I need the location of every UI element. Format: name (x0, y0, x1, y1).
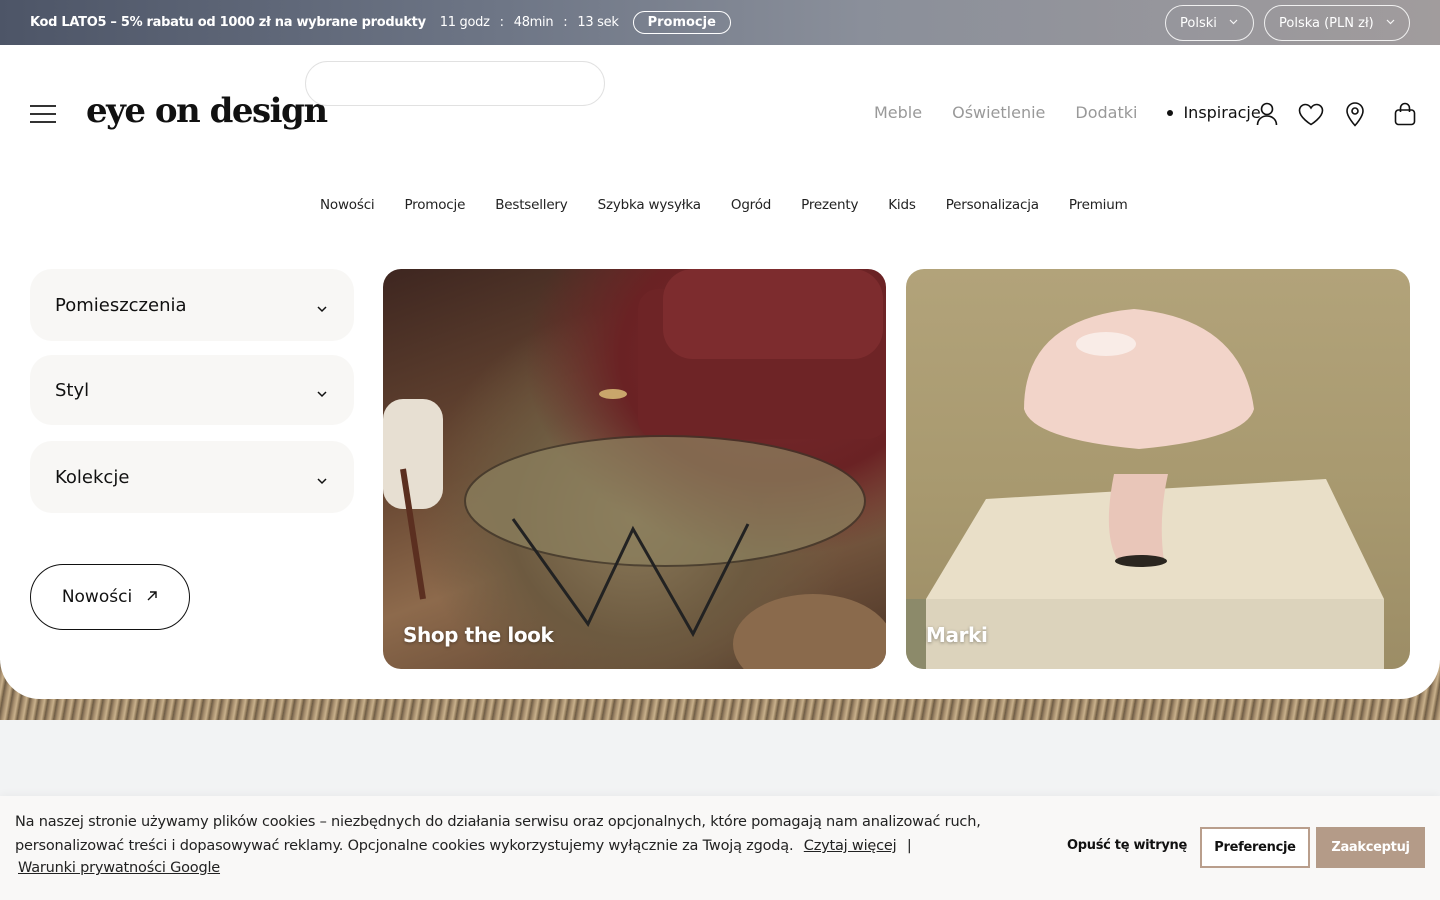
cookie-text: Na naszej stronie używamy plików cookies… (15, 810, 995, 858)
chevron-down-icon (316, 384, 328, 398)
location-pin-icon[interactable] (1342, 101, 1368, 127)
filter-label: Styl (55, 379, 90, 401)
nav-item-inspiracje[interactable]: Inspiracje (1167, 103, 1261, 122)
button-label: Nowości (61, 587, 133, 607)
subnav-item-prezenty[interactable]: Prezenty (801, 197, 858, 213)
secondary-nav: Nowości Promocje Bestsellery Szybka wysy… (320, 197, 1128, 213)
heart-icon[interactable] (1298, 101, 1324, 127)
subnav-item-personalizacja[interactable]: Personalizacja (946, 197, 1039, 213)
header-icons (1254, 101, 1418, 127)
language-selector[interactable]: Polski (1165, 5, 1254, 41)
shopping-bag-icon[interactable] (1392, 101, 1418, 127)
chevron-down-icon (1229, 18, 1238, 28)
preferences-button[interactable]: Preferencje (1200, 827, 1310, 868)
timer-separator: : (499, 15, 504, 30)
living-room-image (383, 269, 886, 669)
countdown-timer: 11 godz : 48min : 13 sek (440, 15, 619, 30)
subnav-item-bestsellery[interactable]: Bestsellery (495, 197, 568, 213)
tile-label: Shop the look (403, 623, 554, 647)
new-arrivals-button[interactable]: Nowości (30, 564, 190, 630)
country-currency-value: Polska (PLN zł) (1279, 15, 1374, 31)
subnav-item-kids[interactable]: Kids (888, 197, 916, 213)
timer-minutes: 48min (513, 15, 554, 30)
filter-label: Pomieszczenia (55, 294, 187, 316)
nav-item-label: Inspiracje (1183, 103, 1261, 122)
chevron-down-icon (316, 471, 328, 485)
tile-label: Marki (926, 623, 988, 647)
filter-styl[interactable]: Styl (30, 355, 354, 425)
promotions-button[interactable]: Promocje (632, 11, 731, 34)
tile-marki[interactable]: Marki (906, 269, 1410, 669)
tile-shop-the-look[interactable]: Shop the look (383, 269, 886, 669)
nav-item-oswietlenie[interactable]: Oświetlenie (952, 103, 1045, 122)
read-more-link[interactable]: Czytaj więcej (804, 838, 897, 854)
google-privacy-link[interactable]: Warunki prywatności Google (18, 860, 220, 876)
subnav-item-nowosci[interactable]: Nowości (320, 197, 375, 213)
logo-text: eye on design (86, 91, 328, 131)
promo-bar: Kod LATO5 – 5% rabatu od 1000 zł na wybr… (0, 0, 1440, 45)
language-value: Polski (1180, 15, 1217, 31)
arrow-up-right-icon (146, 587, 158, 607)
menu-icon[interactable] (30, 105, 56, 123)
filter-kolekcje[interactable]: Kolekcje (30, 441, 354, 513)
timer-seconds: 13 sek (577, 15, 619, 30)
filter-pomieszczenia[interactable]: Pomieszczenia (30, 269, 354, 341)
nav-item-dodatki[interactable]: Dodatki (1075, 103, 1137, 122)
link-separator: | (906, 838, 912, 854)
subnav-item-premium[interactable]: Premium (1069, 197, 1128, 213)
chevron-down-icon (316, 299, 328, 313)
nav-item-meble[interactable]: Meble (874, 103, 922, 122)
subnav-item-ogrod[interactable]: Ogród (731, 197, 771, 213)
leave-site-button[interactable]: Opuść tę witrynę (1067, 838, 1187, 853)
subnav-item-szybka-wysylka[interactable]: Szybka wysyłka (598, 197, 702, 213)
promo-text: Kod LATO5 – 5% rabatu od 1000 zł na wybr… (30, 15, 426, 30)
timer-hours: 11 godz (439, 15, 490, 30)
subnav-item-promocje[interactable]: Promocje (404, 197, 465, 213)
cookie-text-line2: personalizować treści i dopasowywać rekl… (15, 838, 794, 854)
search-input[interactable] (305, 61, 605, 106)
country-currency-selector[interactable]: Polska (PLN zł) (1264, 5, 1410, 41)
accept-cookies-button[interactable]: Zaakceptuj (1316, 827, 1425, 868)
site-logo[interactable]: eye on design (86, 91, 328, 131)
header-card: eye on design Meble Oświetlenie Dodatki … (0, 45, 1440, 699)
cookie-banner: Na naszej stronie używamy plików cookies… (0, 796, 1440, 900)
main-nav: Meble Oświetlenie Dodatki Inspiracje (874, 103, 1261, 122)
filter-label: Kolekcje (55, 466, 130, 488)
chevron-down-icon (1386, 18, 1395, 28)
filter-accordion: Pomieszczenia Styl Kolekcje (30, 269, 354, 527)
cookie-text-line1: Na naszej stronie używamy plików cookies… (15, 814, 981, 830)
timer-separator: : (563, 15, 568, 30)
active-indicator (1167, 109, 1174, 116)
user-icon[interactable] (1254, 101, 1280, 127)
mushroom-lamp-image (906, 309, 1384, 669)
